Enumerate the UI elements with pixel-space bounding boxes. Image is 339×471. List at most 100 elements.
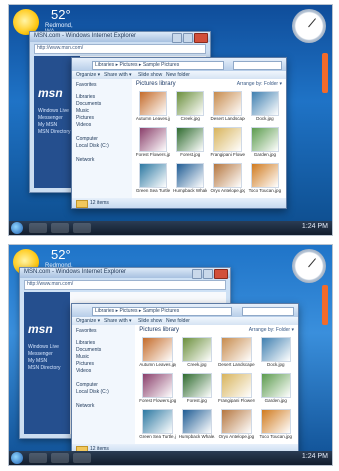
thumbnail[interactable]: Oryx Antelope.jpg: [218, 409, 254, 442]
msn-sidebar: msn Windows Live Messenger My MSN MSN Di…: [24, 292, 70, 434]
maximize-icon[interactable]: [183, 33, 193, 43]
nav-item[interactable]: Computer: [76, 382, 98, 388]
thumbnail[interactable]: Green Sea Turtle.jpg: [139, 409, 176, 442]
nav-item[interactable]: Music: [76, 354, 89, 360]
thumbnail[interactable]: Forest.jpg: [173, 127, 207, 160]
thumbnail[interactable]: Creek.jpg: [173, 91, 207, 124]
nav-item[interactable]: Documents: [76, 101, 101, 107]
nav-item[interactable]: Favorites: [76, 82, 97, 88]
explorer-titlebar[interactable]: Libraries ▸ Pictures ▸ Sample Pictures: [72, 58, 286, 71]
explorer-titlebar[interactable]: Libraries ▸ Pictures ▸ Sample Pictures: [72, 304, 298, 317]
thumbnail[interactable]: Oryx Antelope.jpg: [210, 163, 245, 196]
msn-link[interactable]: Windows Live: [28, 344, 59, 350]
thumbnail[interactable]: Humpback Whale.jpg: [173, 163, 207, 196]
taskbar-item[interactable]: [73, 453, 91, 463]
nav-item[interactable]: Libraries: [76, 94, 95, 100]
nav-item[interactable]: Music: [76, 108, 89, 114]
ie-titlebar[interactable]: MSN.com - Windows Internet Explorer: [30, 32, 210, 43]
thumbnail[interactable]: Toco Toucan.jpg: [258, 409, 294, 442]
nav-item[interactable]: Local Disk (C:): [76, 389, 109, 395]
thumbnail[interactable]: Garden.jpg: [258, 373, 294, 406]
msn-link[interactable]: MSN Directory: [38, 129, 71, 135]
thumbnail[interactable]: Dock.jpg: [258, 337, 294, 370]
thumb-caption: Desert Landscape.jpg: [218, 362, 255, 367]
new-folder-button[interactable]: New folder: [166, 318, 190, 324]
slideshow-button[interactable]: Slide show: [138, 72, 162, 78]
maximize-icon[interactable]: [203, 269, 213, 279]
slideshow-button[interactable]: Slide show: [138, 318, 162, 324]
ie-title: MSN.com - Windows Internet Explorer: [24, 269, 127, 275]
share-button[interactable]: Share with ▾: [104, 318, 132, 324]
thumbnail[interactable]: Garden.jpg: [248, 127, 282, 160]
thumbnail[interactable]: Frangipani Flowers.jpg: [218, 373, 255, 406]
thumbnail[interactable]: Dock.jpg: [248, 91, 282, 124]
nav-item[interactable]: Documents: [76, 347, 101, 353]
thumbnail[interactable]: Autumn Leaves.jpg: [136, 91, 170, 124]
msn-link[interactable]: My MSN: [38, 122, 57, 128]
arrange-by[interactable]: Arrange by: Folder ▾: [249, 327, 294, 333]
arrange-by[interactable]: Arrange by: Folder ▾: [237, 81, 282, 87]
thumbnail[interactable]: Forest.jpg: [179, 373, 215, 406]
msn-link[interactable]: Messenger: [38, 115, 63, 121]
explorer-path[interactable]: Libraries ▸ Pictures ▸ Sample Pictures: [92, 61, 225, 70]
explorer-path[interactable]: Libraries ▸ Pictures ▸ Sample Pictures: [92, 307, 232, 316]
clock-gadget[interactable]: [292, 249, 326, 283]
nav-item[interactable]: Favorites: [76, 328, 97, 334]
ie-address-bar[interactable]: http://www.msn.com/: [24, 280, 226, 290]
clock-gadget[interactable]: [292, 9, 326, 43]
taskbar-clock[interactable]: 1:24 PM: [302, 453, 328, 460]
thumbnail[interactable]: Green Sea Turtle.jpg: [136, 163, 170, 196]
taskbar-item[interactable]: [73, 223, 91, 233]
search-input[interactable]: [242, 307, 294, 316]
start-orb-icon[interactable]: [11, 222, 23, 234]
organize-button[interactable]: Organize ▾: [76, 318, 100, 324]
taskbar-clock[interactable]: 1:24 PM: [302, 223, 328, 230]
thumbnail[interactable]: Autumn Leaves.jpg: [139, 337, 176, 370]
thumbnail[interactable]: Humpback Whale.jpg: [179, 409, 215, 442]
thumb-image: [138, 127, 168, 152]
minimize-icon[interactable]: [192, 269, 202, 279]
explorer-window[interactable]: Libraries ▸ Pictures ▸ Sample Pictures O…: [71, 303, 299, 455]
side-tab[interactable]: [322, 285, 328, 325]
nav-item[interactable]: Computer: [76, 136, 98, 142]
side-tab[interactable]: [322, 53, 328, 93]
thumbnail[interactable]: Forest Flowers.jpg: [139, 373, 176, 406]
msn-link[interactable]: My MSN: [28, 358, 47, 364]
nav-item[interactable]: Network: [76, 157, 94, 163]
thumbnail[interactable]: Desert Landscape.jpg: [218, 337, 255, 370]
close-icon[interactable]: [194, 33, 208, 43]
new-folder-button[interactable]: New folder: [166, 72, 190, 78]
share-button[interactable]: Share with ▾: [104, 72, 132, 78]
nav-item[interactable]: Local Disk (C:): [76, 143, 109, 149]
thumb-image: [260, 409, 291, 434]
taskbar-item[interactable]: [29, 223, 47, 233]
msn-link[interactable]: Messenger: [28, 351, 53, 357]
close-icon[interactable]: [214, 269, 228, 279]
organize-button[interactable]: Organize ▾: [76, 72, 100, 78]
thumbnail[interactable]: Desert Landscape.jpg: [210, 91, 245, 124]
thumbnail[interactable]: Forest Flowers.jpg: [136, 127, 170, 160]
nav-item[interactable]: Pictures: [76, 115, 94, 121]
explorer-toolbar: Organize ▾ Share with ▾ Slide show New f…: [72, 71, 286, 79]
nav-item[interactable]: Videos: [76, 368, 91, 374]
nav-item[interactable]: Pictures: [76, 361, 94, 367]
thumbnail[interactable]: Creek.jpg: [179, 337, 215, 370]
msn-link[interactable]: MSN Directory: [28, 365, 61, 371]
nav-item[interactable]: Videos: [76, 122, 91, 128]
ie-titlebar[interactable]: MSN.com - Windows Internet Explorer: [20, 268, 230, 279]
search-input[interactable]: [232, 61, 282, 70]
taskbar-item[interactable]: [29, 453, 47, 463]
minimize-icon[interactable]: [172, 33, 182, 43]
taskbar-item[interactable]: [51, 223, 69, 233]
msn-link[interactable]: Windows Live: [38, 108, 69, 114]
thumbnail[interactable]: Toco Toucan.jpg: [248, 163, 282, 196]
thumb-caption: Creek.jpg: [187, 362, 207, 367]
thumb-caption: Humpback Whale.jpg: [178, 434, 216, 439]
explorer-window[interactable]: Libraries ▸ Pictures ▸ Sample Pictures O…: [71, 57, 287, 209]
ie-address-bar[interactable]: http://www.msn.com/: [34, 44, 206, 54]
nav-item[interactable]: Libraries: [76, 340, 95, 346]
thumbnail[interactable]: Frangipani Flowers.jpg: [210, 127, 245, 160]
nav-item[interactable]: Network: [76, 403, 94, 409]
taskbar-item[interactable]: [51, 453, 69, 463]
start-orb-icon[interactable]: [11, 452, 23, 464]
